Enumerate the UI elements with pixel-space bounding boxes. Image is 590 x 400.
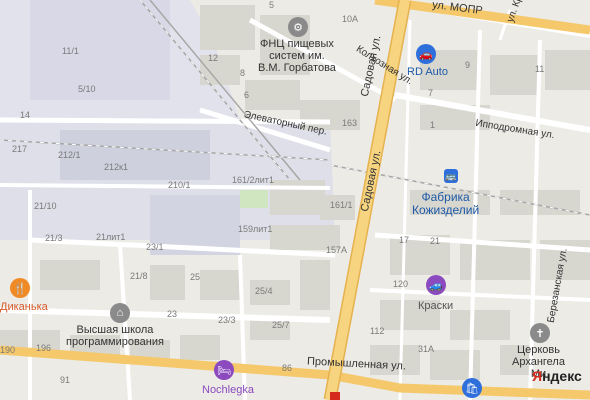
poi-fnc-line2: систем им. (269, 50, 325, 62)
poi-fabrika-line2: Кожизделий (412, 203, 480, 217)
house-number: 217 (12, 144, 28, 154)
restaurant-icon[interactable]: 🍴 (10, 278, 30, 298)
poi-dikanka[interactable]: Диканька (0, 301, 48, 313)
house-number: 25/4 (255, 286, 273, 296)
car-icon[interactable]: 🚗 (416, 44, 436, 64)
house-number: 163 (342, 118, 358, 128)
church-icon[interactable]: ✝ (530, 323, 550, 343)
house-number: 212к1 (104, 162, 128, 172)
house-number: 8 (240, 68, 246, 78)
house-number: 14 (20, 110, 31, 120)
house-number: 23/3 (218, 315, 236, 325)
house-number: 120 (393, 279, 409, 289)
poi-fabrika[interactable]: Фабрика Кожизделий (412, 191, 479, 217)
map-view[interactable]: ул. МОПР ул. Круглик Колхозная ул. Садов… (0, 0, 590, 400)
house-number: 23/1 (146, 242, 164, 252)
house-number: 159лит1 (238, 224, 273, 234)
house-number: 17 (399, 235, 410, 245)
house-number: 7 (428, 88, 434, 98)
poi-school-line2: программирования (66, 336, 164, 348)
poi-kraski[interactable]: Краски (418, 300, 453, 312)
house-number: 5/10 (78, 84, 96, 94)
house-number: 31А (418, 344, 435, 354)
poi-fnc[interactable]: ФНЦ пищевых систем им. В.М. Горбатова (258, 38, 336, 74)
house-number: 21/8 (130, 271, 148, 281)
house-number: 23 (167, 309, 178, 319)
shop-icon[interactable]: 🛍 (462, 378, 482, 398)
poi-fnc-line1: ФНЦ пищевых (260, 38, 334, 50)
house-number: 91 (60, 375, 71, 385)
poi-rd-auto[interactable]: RD Auto (407, 66, 448, 78)
house-number: 1 (430, 120, 436, 130)
yandex-logo: Яндекс (532, 368, 582, 384)
poi-fnc-line3: В.М. Горбатова (258, 62, 336, 74)
house-number: 12 (208, 53, 219, 63)
house-number: 21/10 (34, 201, 57, 211)
poi-school[interactable]: Высшая школа программирования (66, 324, 164, 348)
house-number: 11 (535, 64, 545, 74)
yandex-logo-ndex: ндекс (542, 368, 582, 384)
gear-icon[interactable]: ⚙ (288, 17, 308, 37)
poi-school-line1: Высшая школа (76, 324, 154, 336)
house-number: 25 (190, 272, 201, 282)
house-number: 21/3 (45, 233, 63, 243)
house-number: 190 (0, 345, 16, 355)
bus-stop-icon[interactable]: 🚌 (444, 169, 458, 183)
yandex-logo-ya: Я (532, 368, 543, 384)
house-number: 161/2лит1 (232, 175, 274, 185)
house-number: 6 (244, 90, 250, 100)
poi-nochlegka[interactable]: Nochlegka (202, 384, 254, 396)
poi-church-line2: Архангела (512, 356, 565, 368)
house-number: 9 (465, 60, 471, 70)
house-number: 196 (36, 343, 52, 353)
house-number: 10А (342, 14, 359, 24)
paint-shop-icon[interactable]: 🚙 (426, 275, 446, 295)
school-icon[interactable]: ⌂ (110, 303, 130, 323)
house-number: 161/1 (330, 200, 353, 210)
house-number: 86 (282, 363, 293, 373)
poi-church-line1: Церковь (516, 344, 560, 356)
house-number: 210/1 (168, 180, 191, 190)
house-number: 212/1 (58, 150, 81, 160)
house-number: 21лит1 (96, 232, 126, 242)
house-number: 112 (370, 326, 385, 336)
house-number: 157А (326, 245, 348, 255)
house-number: 21 (430, 236, 441, 246)
hostel-icon[interactable]: 🛏 (214, 360, 234, 380)
house-number: 11/1 (62, 46, 79, 56)
house-number: 25/7 (272, 320, 290, 330)
house-number: 5 (269, 0, 275, 10)
